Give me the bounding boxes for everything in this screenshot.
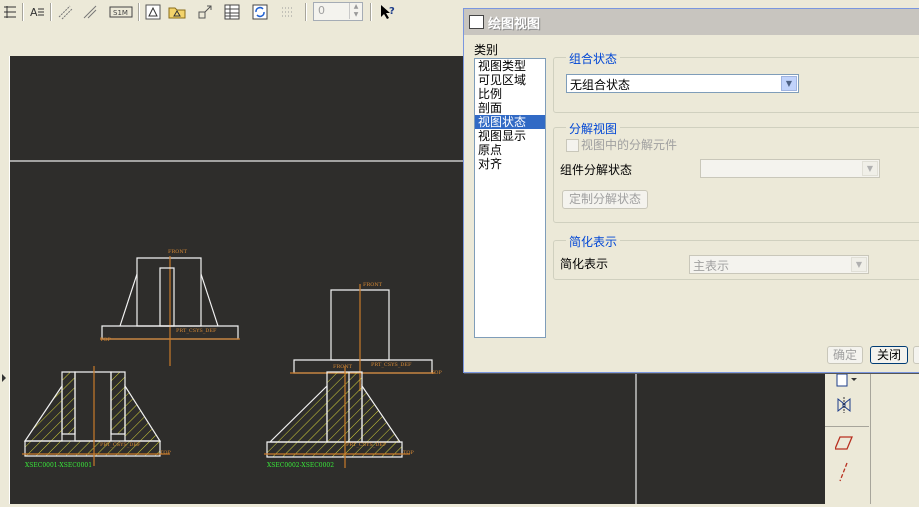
dialog-title-bar[interactable]: 绘图视图 xyxy=(464,9,919,35)
left-sash[interactable] xyxy=(0,56,9,504)
category-item[interactable]: 原点 xyxy=(475,143,545,157)
chevron-down-icon[interactable]: ▼ xyxy=(851,257,867,272)
explode-view-group: 分解视图 视图中的分解元件 组件分解状态 ▼ 定制分解状态 xyxy=(553,120,919,223)
spin-up-icon[interactable]: ▲ xyxy=(349,3,362,11)
category-list[interactable]: 视图类型 可见区域 比例 剖面 视图状态 视图显示 原点 对齐 xyxy=(474,58,546,338)
slope-icon[interactable] xyxy=(80,2,100,22)
cancel-button-partial[interactable] xyxy=(913,346,919,364)
svg-text:?: ? xyxy=(389,6,395,17)
section-view-2 xyxy=(264,366,410,468)
simplified-rep-select[interactable]: 主表示 ▼ xyxy=(689,255,869,274)
drawing-view-dialog: 绘图视图 类别 视图类型 可见区域 比例 剖面 视图状态 视图显示 原点 对齐 … xyxy=(463,8,919,373)
category-item[interactable]: 对齐 xyxy=(475,157,545,171)
category-item[interactable]: 比例 xyxy=(475,87,545,101)
category-item[interactable]: 剖面 xyxy=(475,101,545,115)
category-label: 类别 xyxy=(474,43,499,57)
section-view-1 xyxy=(22,366,170,466)
label-front-3: FRONT xyxy=(333,364,353,370)
label-front-2: FRONT xyxy=(363,282,383,288)
explode-view-title: 分解视图 xyxy=(566,120,621,137)
front-view-1 xyxy=(100,256,240,366)
datum-plane-icon[interactable] xyxy=(835,372,859,393)
simplified-rep-title: 简化表示 xyxy=(566,233,621,250)
dialog-window-icon xyxy=(469,15,484,29)
chevron-down-icon[interactable]: ▼ xyxy=(862,161,878,176)
value-spinner[interactable]: 0 ▲ ▼ xyxy=(313,2,363,21)
label-front-1: FRONT xyxy=(168,249,188,255)
simplified-rep-group: 简化表示 简化表示 主表示 ▼ xyxy=(553,233,919,280)
label-csys-2: PRT_CSYS_DEF xyxy=(371,362,412,368)
label-csys-1: PRT_CSYS_DEF xyxy=(176,328,217,334)
label-top-4: TOP xyxy=(403,450,414,456)
category-item[interactable]: 视图类型 xyxy=(475,59,545,73)
label-csys-3: PRT_CSYS_DEF xyxy=(100,442,141,448)
explode-state-label: 组件分解状态 xyxy=(560,163,633,177)
right-tool-panel xyxy=(825,370,919,504)
explode-state-select[interactable]: ▼ xyxy=(700,159,880,178)
view-orient-icon[interactable] xyxy=(143,2,163,22)
close-button[interactable]: 关闭 xyxy=(870,346,908,364)
select-help-icon[interactable]: ? xyxy=(378,2,398,22)
spin-down-icon[interactable]: ▼ xyxy=(349,11,362,19)
folder-icon[interactable] xyxy=(167,2,187,22)
label-top-1: TOP xyxy=(100,337,111,343)
refresh-icon[interactable] xyxy=(250,2,270,22)
text-style-icon[interactable]: A xyxy=(27,2,47,22)
ok-button[interactable]: 确定 xyxy=(827,346,863,364)
grid-icon[interactable] xyxy=(0,2,20,22)
category-item[interactable]: 可见区域 xyxy=(475,73,545,87)
dialog-title: 绘图视图 xyxy=(488,17,541,32)
label-top-2: TOP xyxy=(431,370,442,376)
parallelogram-icon[interactable] xyxy=(834,436,853,453)
combo-state-title: 组合状态 xyxy=(566,50,621,67)
label-csys-4: PRT_CSYS_DEF xyxy=(346,442,387,448)
explode-checkbox[interactable] xyxy=(566,139,579,152)
section-label-1: XSEC0001-XSEC0001 xyxy=(25,462,93,469)
combo-state-select[interactable]: 无组合状态 ▼ xyxy=(566,74,799,93)
chevron-down-icon[interactable]: ▼ xyxy=(781,76,797,91)
svg-text:S1M: S1M xyxy=(113,9,128,17)
explode-checkbox-label: 视图中的分解元件 xyxy=(581,138,678,152)
dotted-grid-icon[interactable] xyxy=(278,2,298,22)
label-top-3: TOP xyxy=(160,450,171,456)
category-item[interactable]: 视图显示 xyxy=(475,129,545,143)
section-label-2: XSEC0002-XSEC0002 xyxy=(267,462,335,469)
table-icon[interactable]: S1M xyxy=(108,2,134,22)
dimension-icon[interactable] xyxy=(55,2,75,22)
table-grid-icon[interactable] xyxy=(222,2,242,22)
combo-state-group: 组合状态 无组合状态 ▼ xyxy=(553,50,919,113)
mirror-icon[interactable] xyxy=(835,396,853,417)
category-item-selected[interactable]: 视图状态 xyxy=(475,115,545,129)
move-icon[interactable] xyxy=(195,2,215,22)
line-icon[interactable] xyxy=(835,462,853,485)
custom-explode-button[interactable]: 定制分解状态 xyxy=(562,190,648,209)
svg-text:A: A xyxy=(30,6,38,19)
simplified-rep-label: 简化表示 xyxy=(560,257,609,271)
